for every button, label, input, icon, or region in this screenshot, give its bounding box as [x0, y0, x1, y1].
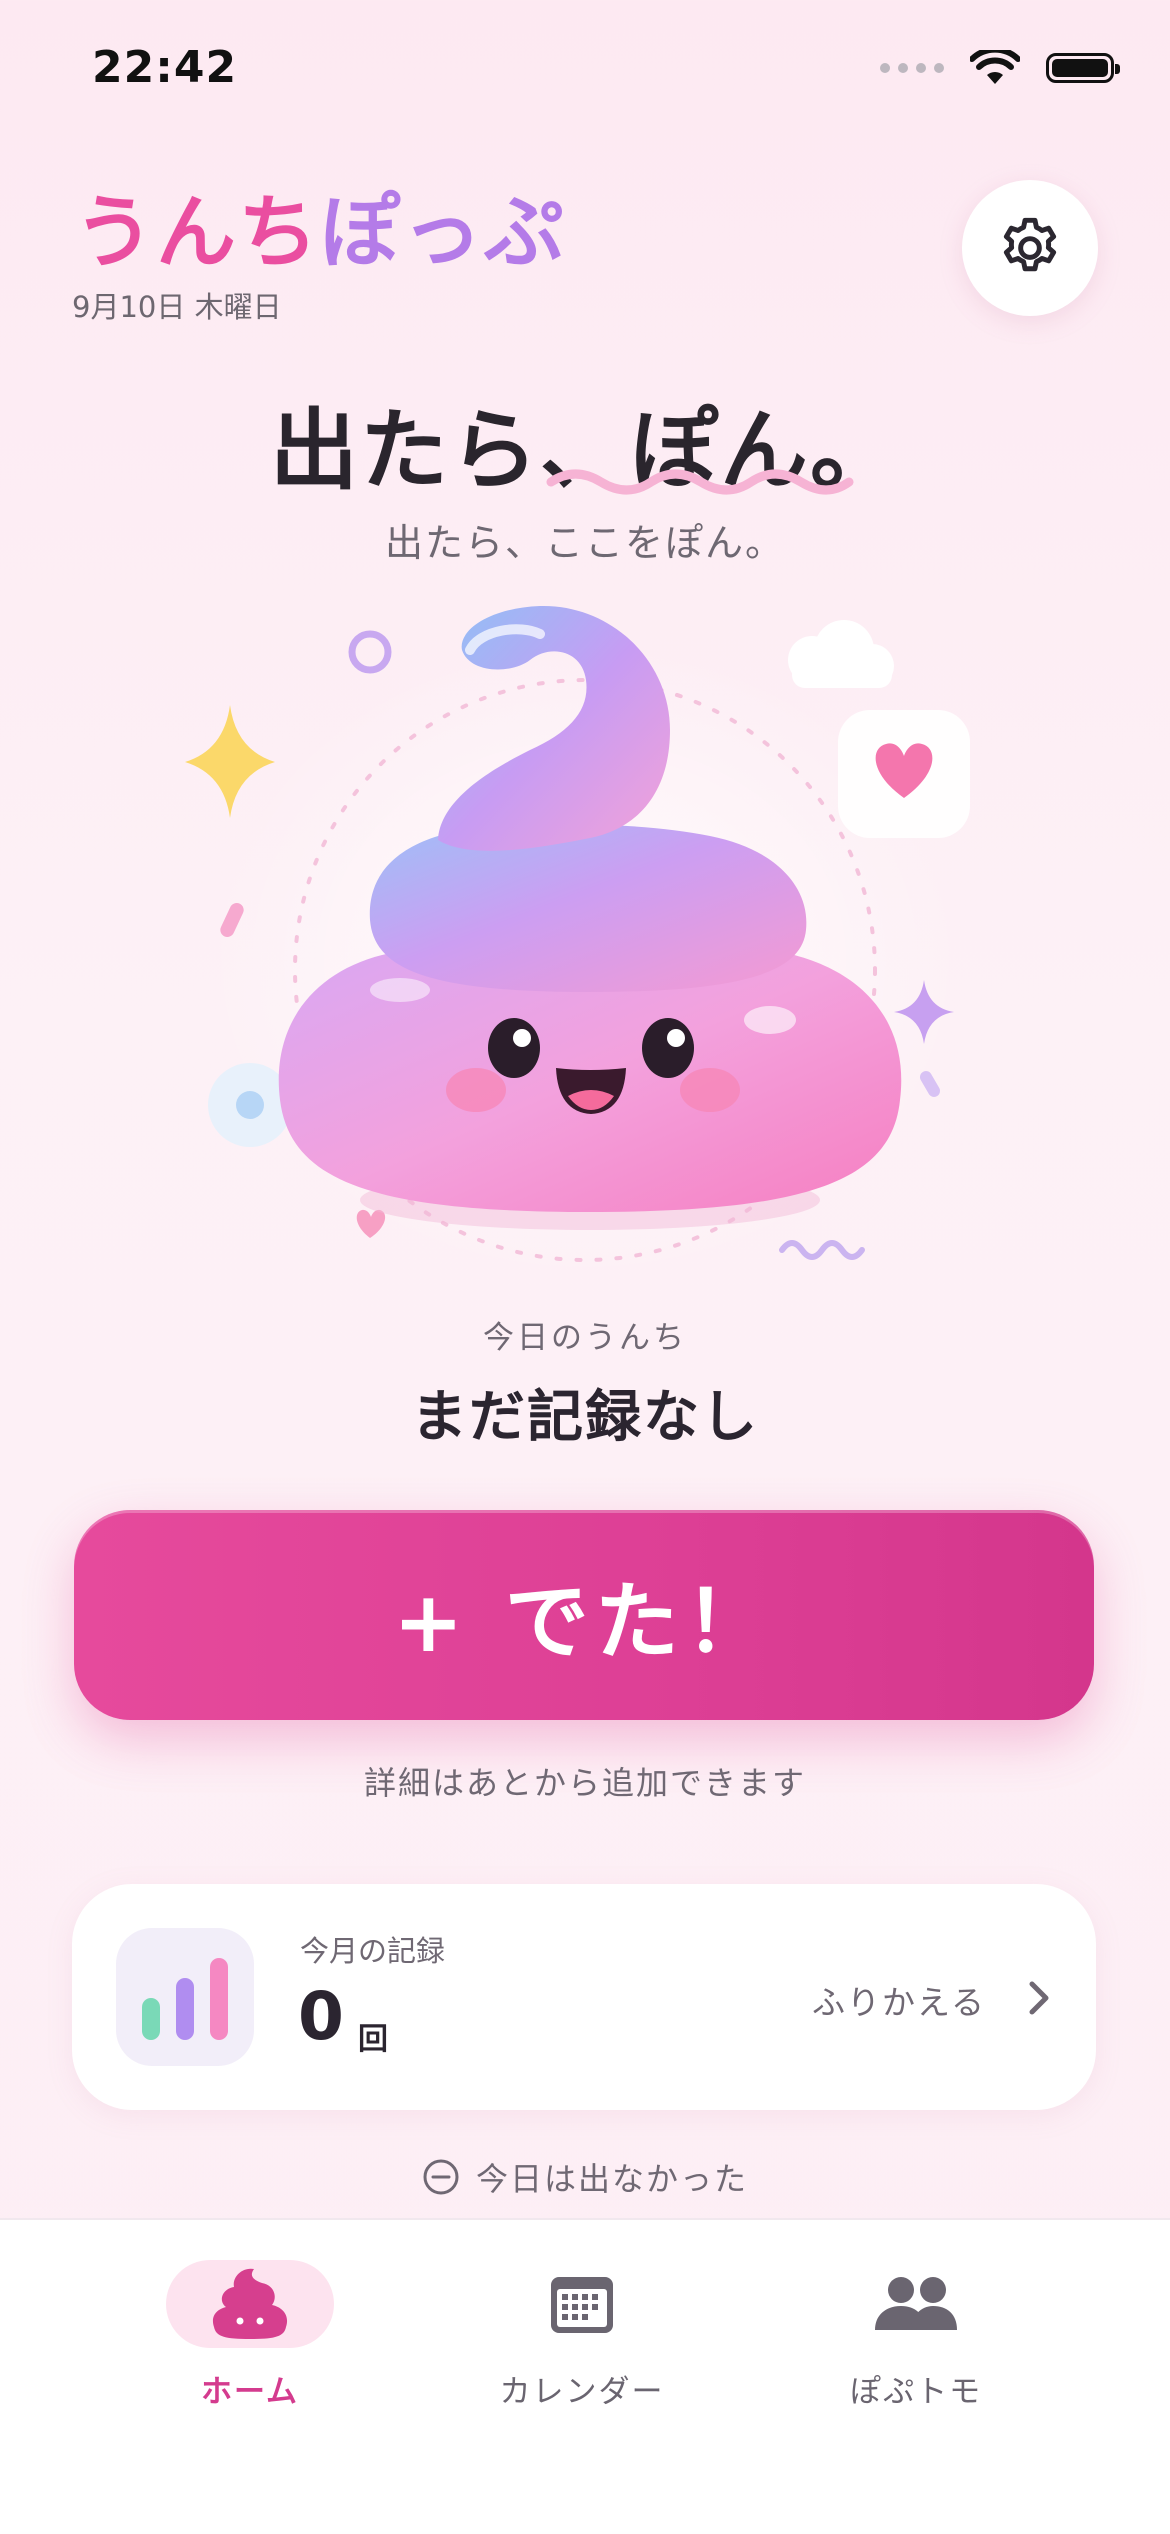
tab-home-label: ホーム: [200, 2374, 300, 2410]
no-poop-today-button[interactable]: 今日は出なかった: [0, 2154, 1170, 2200]
monthly-label: 今月の記録: [300, 1934, 446, 1968]
tab-calendar-label: カレンダー: [499, 2374, 665, 2410]
tab-calendar[interactable]: カレンダー: [432, 2260, 732, 2411]
poop-mascot-illustration[interactable]: [170, 600, 1000, 1300]
monthly-unit: 回: [358, 2022, 388, 2057]
today-status: まだ記録なし: [411, 1385, 759, 1450]
battery-icon: [1046, 53, 1120, 83]
bar-chart-icon: [116, 1928, 254, 2066]
tab-home[interactable]: ホーム: [100, 2260, 400, 2411]
tab-bar: ホーム カレンダー ぽぷトモ: [0, 2218, 1170, 2534]
current-date: 9月10日 木曜日: [72, 290, 282, 324]
today-label: 今日のうんち: [483, 1320, 687, 1356]
tab-friends-label: ぽぷトモ: [849, 2374, 983, 2410]
monthly-summary-card[interactable]: 今月の記録 0 回 ふりかえる: [72, 1884, 1096, 2110]
poop-icon: [212, 2268, 288, 2339]
record-button[interactable]: + でた！: [74, 1510, 1094, 1720]
app-title-part1: うんち: [74, 186, 320, 279]
cloud-icon: [788, 620, 894, 688]
cellular-icon: [880, 63, 944, 73]
calendar-icon: [551, 2277, 613, 2333]
status-icons: [880, 50, 1120, 86]
subline: 出たら、ここをぽん。: [384, 521, 785, 565]
app-title-part2: ぽっぷ: [320, 186, 566, 279]
ring-decoration: [348, 630, 392, 674]
settings-button[interactable]: [962, 180, 1098, 316]
record-hint: 詳細はあとから追加できます: [363, 1764, 806, 1802]
no-poop-today-label: 今日は出なかった: [475, 2160, 748, 2198]
status-time: 22:42: [92, 42, 238, 93]
minus-circle-icon: [423, 2159, 459, 2195]
monthly-count: 0: [298, 1978, 344, 2055]
tab-friends[interactable]: ぽぷトモ: [766, 2260, 1066, 2411]
wifi-icon: [970, 50, 1020, 84]
heart-bubble-icon: [838, 710, 970, 838]
app-title: うんちぽっぷ: [74, 168, 566, 284]
friends-icon: [875, 2277, 957, 2330]
review-link[interactable]: ふりかえる: [812, 1976, 986, 2024]
headline-underline: [546, 469, 854, 495]
gear-icon: [1003, 217, 1057, 272]
chevron-right-icon: [1029, 1981, 1049, 2015]
